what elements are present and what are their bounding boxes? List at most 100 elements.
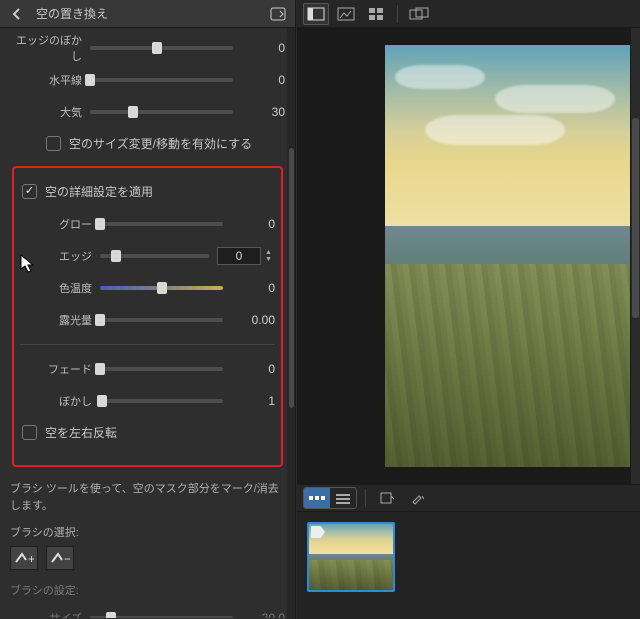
slider-label: 色温度 [20, 280, 100, 296]
advanced-settings-frame: 空の詳細設定を適用 グロー0エッジ0▲▼色温度0露光量0.00 フェード0ぼかし… [12, 166, 283, 467]
view-mode-3[interactable] [363, 3, 389, 25]
view-image-panel-icon [307, 7, 325, 21]
slider-thumb[interactable] [111, 250, 121, 262]
slider-track[interactable] [90, 78, 233, 82]
panel-header: 空の置き換え [0, 0, 295, 28]
film-list-icon [334, 492, 352, 504]
view-dual-icon [409, 7, 429, 21]
slider-track[interactable] [90, 110, 233, 114]
slider-value: 0 [231, 281, 275, 295]
preview-sky [385, 45, 640, 239]
slider-thumb[interactable] [128, 106, 138, 118]
toolbar-separator [365, 489, 366, 507]
slider-track[interactable] [90, 46, 233, 50]
slider-track[interactable] [100, 286, 223, 290]
slider-value: 30 [241, 105, 285, 119]
left-panel-scrollbar[interactable] [287, 28, 295, 619]
slider-value: 1 [231, 394, 275, 408]
slider-track[interactable] [100, 254, 209, 258]
filmstrip-tool-2[interactable] [404, 487, 430, 509]
spinner-down-icon[interactable]: ▼ [265, 256, 275, 263]
slider-thumb[interactable] [95, 218, 105, 230]
back-arrow-icon [10, 7, 24, 21]
preview-image [385, 45, 640, 467]
left-panel: 空の置き換え エッジのぼかし 0 水平線 0 大気 30 空のサイズ変更/移動を有効にする… [0, 0, 296, 619]
panel-menu-icon [270, 7, 286, 21]
slider-thumb[interactable] [157, 282, 167, 294]
slider-label: サイズ [10, 610, 90, 618]
apply-advanced-label: 空の詳細設定を適用 [45, 183, 153, 200]
apply-advanced-row: 空の詳細設定を適用 [20, 178, 275, 204]
left-panel-scroll-thumb[interactable] [289, 148, 294, 408]
slider-value: 20.0 [241, 611, 285, 618]
filmstrip-thumb-view[interactable] [304, 488, 330, 508]
slider-row-色温度: 色温度 0 [20, 274, 275, 302]
flip-sky-row: 空を左右反転 [20, 419, 275, 445]
right-panel [297, 0, 640, 619]
brush-subtract-button[interactable]: − [46, 546, 74, 570]
slider-row-大気: 大気 30 [10, 98, 285, 126]
flip-sky-checkbox[interactable] [22, 425, 37, 440]
enable-resize-move-checkbox[interactable] [46, 136, 61, 151]
slider-label: グロー [20, 216, 100, 232]
panel-body: エッジのぼかし 0 水平線 0 大気 30 空のサイズ変更/移動を有効にする 空の詳細設定… [0, 28, 295, 618]
slider-track[interactable] [90, 616, 233, 618]
back-button[interactable] [8, 5, 26, 23]
apply-advanced-checkbox[interactable] [22, 184, 37, 199]
enable-resize-move-label: 空のサイズ変更/移動を有効にする [69, 135, 252, 152]
filmstrip [297, 512, 640, 619]
svg-text:−: − [64, 552, 70, 566]
slider-row-エッジ: エッジ 0 ▲▼ [20, 242, 275, 270]
panel-menu-button[interactable] [269, 5, 287, 23]
slider-track[interactable] [100, 222, 223, 226]
spinner[interactable]: ▲▼ [265, 249, 275, 263]
slider-track[interactable] [100, 318, 223, 322]
slider-thumb[interactable] [106, 612, 116, 618]
preview-ground [385, 264, 640, 467]
filmstrip-view-segment [303, 487, 357, 509]
slider-label: エッジ [20, 248, 100, 264]
slider-label: エッジのぼかし [10, 32, 90, 64]
flip-sky-label: 空を左右反転 [45, 424, 117, 441]
slider-value: 0.00 [231, 313, 275, 327]
view-mode-4[interactable] [406, 3, 432, 25]
spinner-up-icon[interactable]: ▲ [265, 249, 275, 256]
divider [20, 344, 275, 345]
thumbnail-1[interactable] [307, 522, 395, 592]
preview-scrollbar[interactable] [630, 28, 640, 484]
slider-label: 大気 [10, 104, 90, 120]
slider-value: 0 [231, 217, 275, 231]
slider-row-露光量: 露光量0.00 [20, 306, 275, 334]
slider-thumb[interactable] [85, 74, 95, 86]
slider-thumb[interactable] [95, 363, 105, 375]
enable-resize-move-row: 空のサイズ変更/移動を有効にする [10, 130, 285, 156]
slider-value: 0 [241, 41, 285, 55]
view-mode-1[interactable] [303, 3, 329, 25]
slider-row-フェード: フェード0 [20, 355, 275, 383]
brush-select-buttons: + − [10, 546, 285, 570]
slider-thumb[interactable] [97, 395, 107, 407]
eyedropper-icon [410, 491, 424, 505]
slider-label: 水平線 [10, 72, 90, 88]
slider-track[interactable] [100, 367, 223, 371]
top-toolbar [297, 0, 640, 28]
brush-settings-label: ブラシの設定: [10, 582, 285, 598]
slider-value[interactable]: 0 [217, 247, 261, 265]
brush-select-label: ブラシの選択: [10, 524, 285, 540]
slider-thumb[interactable] [152, 42, 162, 54]
filmstrip-toolbar [297, 484, 640, 512]
preview-scroll-thumb[interactable] [632, 118, 639, 318]
toolbar-separator [397, 5, 398, 23]
filmstrip-tool-1[interactable] [374, 487, 400, 509]
brush-add-button[interactable]: + [10, 546, 38, 570]
filmstrip-list-view[interactable] [330, 488, 356, 508]
brush-help-text: ブラシ ツールを使って、空のマスク部分をマーク/消去します。 [10, 481, 285, 514]
slider-thumb[interactable] [95, 314, 105, 326]
film-thumb-icon [308, 492, 326, 504]
slider-row-グロー: グロー 0 [20, 210, 275, 238]
brush-add-icon: + [14, 550, 34, 566]
preview-area[interactable] [297, 28, 640, 484]
view-mode-2[interactable] [333, 3, 359, 25]
slider-track[interactable] [100, 399, 223, 403]
slider-value: 0 [241, 73, 285, 87]
